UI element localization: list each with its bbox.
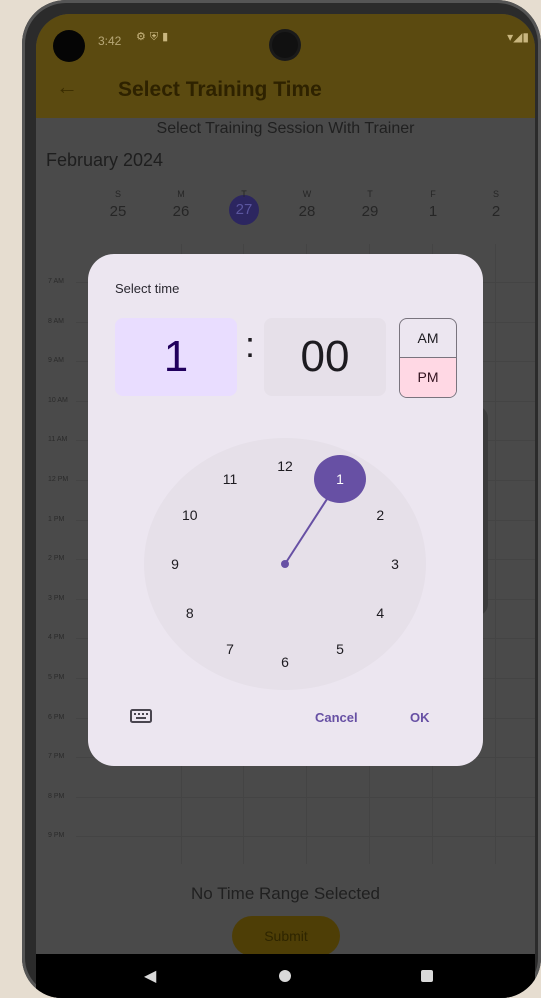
clock-dial[interactable]: 12 1 2 3 4 5 6 7 8 9 10 11 <box>144 438 426 690</box>
day-number: 26 <box>172 203 190 220</box>
grid-row-line <box>76 796 535 798</box>
month-label: February 2024 <box>46 150 164 170</box>
day-column[interactable]: T 29 <box>348 189 392 220</box>
hour-label: 3 PM <box>48 594 65 602</box>
day-number: 27 <box>229 195 259 225</box>
hour-label: 11 AM <box>48 436 68 444</box>
app-bar: ← Select Training Time <box>36 62 535 118</box>
hour-label: 5 PM <box>48 674 65 681</box>
pm-button[interactable]: PM <box>400 358 456 397</box>
hour-label: 7 PM <box>48 753 65 761</box>
weekday-label: S <box>492 189 499 199</box>
signal-battery-icons: ▾◢▮ <box>507 30 529 44</box>
hour-label: 8 PM <box>48 792 65 800</box>
shield-icon: ⛨ <box>149 31 163 43</box>
ok-button[interactable]: OK <box>410 710 430 725</box>
day-column[interactable]: F1 <box>411 189 455 220</box>
clock-number-12[interactable]: 12 <box>270 456 300 476</box>
status-icons: ⚙⛨▮ <box>136 30 172 44</box>
front-camera <box>53 30 85 62</box>
clock-number-3[interactable]: 3 <box>380 554 410 574</box>
weekday-label: S <box>114 189 121 199</box>
clock-number-9[interactable]: 9 <box>160 554 190 574</box>
clock-number-11[interactable]: 11 <box>215 469 245 489</box>
day-column[interactable]: S 25 <box>96 189 140 220</box>
day-number: 2 <box>491 203 501 220</box>
keyboard-icon[interactable] <box>130 709 152 723</box>
clock-number-8[interactable]: 8 <box>175 603 205 623</box>
grid-column-line <box>495 244 496 864</box>
day-column-selected[interactable]: T 27 <box>222 189 266 225</box>
hour-label: 4 PM <box>48 634 65 642</box>
hour-selector[interactable]: 1 <box>115 318 237 396</box>
hour-label: 10 AM <box>48 396 68 404</box>
settings-icon: ⚙ <box>136 31 150 43</box>
am-pm-toggle: AM PM <box>399 318 457 398</box>
clock-number-1[interactable]: 1 <box>325 469 355 489</box>
camera-lens <box>272 32 298 58</box>
time-separator: : <box>245 324 256 365</box>
clock-number-2[interactable]: 2 <box>365 505 395 525</box>
minute-selector[interactable]: 00 <box>264 318 386 396</box>
hour-label: 9 AM <box>48 357 64 365</box>
subtitle: Select Training Session With Trainer <box>156 120 415 137</box>
status-time: 3:42 <box>98 34 122 48</box>
week-days: S 25 M 26 T 27 W 28 T 29 F1 S2 <box>96 189 535 239</box>
cancel-button[interactable]: Cancel <box>315 710 358 725</box>
hour-label: 8 AM <box>48 317 64 325</box>
dialog-title: Select time <box>115 281 180 296</box>
hour-label: 6 PM <box>48 713 65 721</box>
weekday-label: W <box>302 189 312 199</box>
nav-recents-icon[interactable] <box>421 970 433 982</box>
time-picker-dialog: Select time 1 : 00 AM PM 12 1 2 3 4 5 6 7 8 9 10 11… <box>88 254 483 766</box>
clock-number-5[interactable]: 5 <box>325 639 355 659</box>
clock-number-7[interactable]: 7 <box>215 639 245 659</box>
weekday-label: T <box>367 189 373 199</box>
day-number: 28 <box>298 203 316 220</box>
submit-button[interactable]: Submit <box>232 916 340 956</box>
weekday-label: F <box>430 189 436 199</box>
sd-card-icon: ▮ <box>162 31 173 43</box>
weekday-label: M <box>177 189 185 199</box>
day-column[interactable]: W 28 <box>285 189 329 220</box>
day-number: 29 <box>361 203 379 220</box>
nav-back-icon[interactable]: ◀ <box>144 966 156 986</box>
no-selection-text: No Time Range Selected <box>191 884 380 903</box>
day-number: 25 <box>109 203 127 220</box>
back-arrow-icon[interactable]: ← <box>56 74 78 100</box>
day-column[interactable]: S2 <box>474 189 518 220</box>
nav-home-icon[interactable] <box>279 970 291 982</box>
status-bar: 3:42 ⚙⛨▮ ▾◢▮ <box>36 14 535 62</box>
hour-label: 7 AM <box>48 278 64 285</box>
day-number: 1 <box>428 203 438 220</box>
clock-number-10[interactable]: 10 <box>175 505 205 525</box>
clock-center <box>281 560 289 568</box>
navigation-bar: ◀ <box>36 954 535 998</box>
grid-row-line <box>76 836 535 838</box>
am-button[interactable]: AM <box>400 319 456 358</box>
page-title: Select Training Time <box>118 78 322 101</box>
hour-label: 12 PM <box>48 476 69 483</box>
clock-number-6[interactable]: 6 <box>270 652 300 672</box>
day-column[interactable]: M 26 <box>159 189 203 220</box>
hour-label: 2 PM <box>48 555 65 563</box>
hour-label: 9 PM <box>48 832 65 840</box>
hour-label: 1 PM <box>48 515 65 523</box>
clock-number-4[interactable]: 4 <box>365 603 395 623</box>
